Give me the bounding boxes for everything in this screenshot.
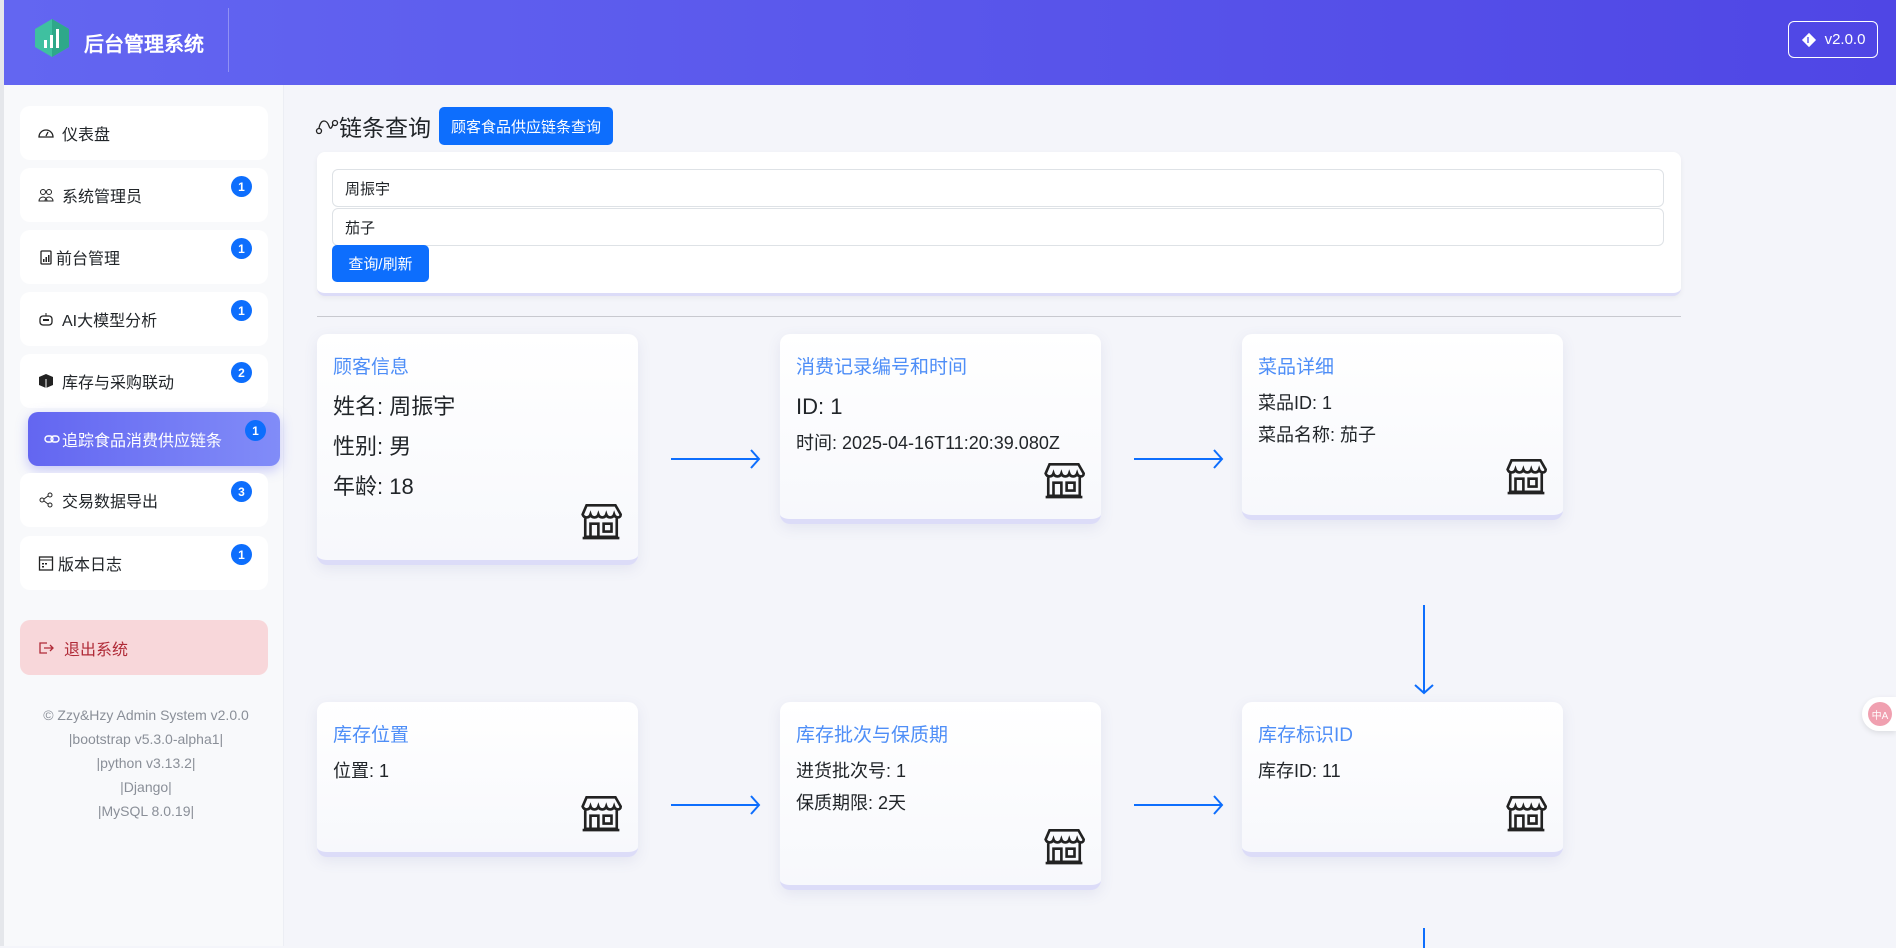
shop-icon <box>581 795 622 832</box>
sidebar-item-export[interactable]: 交易数据导出 3 <box>20 473 268 527</box>
sidebar-item-label: 交易数据导出 <box>62 494 159 511</box>
sidebar-item-label: 系统管理员 <box>62 189 143 206</box>
card-line: 库存ID: 11 <box>1258 761 1341 781</box>
badge: 1 <box>245 420 266 441</box>
dish-detail-card: 菜品详细 菜品ID: 1 菜品名称: 茄子 <box>1242 334 1563 520</box>
logout-label: 退出系统 <box>64 641 129 659</box>
customer-name-input[interactable] <box>332 169 1664 207</box>
sidebar-item-frontdesk[interactable]: 前台管理 1 <box>20 230 268 284</box>
page-title-text: 链条查询 <box>339 115 431 141</box>
git-icon <box>1801 32 1816 47</box>
card-line: 菜品ID: 1 <box>1258 393 1333 413</box>
sidebar-item-dashboard[interactable]: 仪表盘 <box>20 106 268 160</box>
badge: 1 <box>231 544 252 565</box>
clipboard-data-icon <box>40 250 52 265</box>
footer-line: |Django| <box>120 779 172 795</box>
card-title: 菜品详细 <box>1258 357 1335 378</box>
shop-icon <box>1044 462 1085 499</box>
customer-info-card: 顾客信息 姓名: 周振宇 性别: 男 年龄: 18 <box>317 334 638 565</box>
sidebar-footer: © Zzy&Hzy Admin System v2.0.0 |bootstrap… <box>4 703 288 823</box>
card-line: 位置: 1 <box>333 761 390 781</box>
brand-title: 后台管理系统 <box>84 34 204 56</box>
dish-name-input[interactable] <box>332 208 1664 246</box>
translate-icon: 中A <box>1868 702 1892 726</box>
arrow-right-icon <box>1134 449 1224 469</box>
sidebar-item-ai[interactable]: AI大模型分析 1 <box>20 292 268 346</box>
footer-line: |python v3.13.2| <box>96 755 196 771</box>
card-line: ID: 1 <box>796 394 843 419</box>
card-line: 时间: 2025-04-16T11:20:39.080Z <box>796 433 1060 453</box>
sidebar-item-label: 库存与采购联动 <box>62 375 175 392</box>
inventory-batch-card: 库存批次与保质期 进货批次号: 1 保质期限: 2天 <box>780 702 1101 890</box>
sidebar-item-label: 追踪食品消费供应链条 <box>62 433 223 450</box>
sidebar: 仪表盘 系统管理员 1 前台管理 1 AI大模型分析 1 库存与采购联动 2 追踪食品消… <box>0 85 284 946</box>
badge: 2 <box>231 362 252 383</box>
header-divider <box>228 8 229 72</box>
robot-icon <box>39 313 53 326</box>
version-label: v2.0.0 <box>1824 31 1866 48</box>
badge: 3 <box>231 481 252 502</box>
page-title: 链条查询 顾客食品供应链条查询 <box>315 107 614 145</box>
card-line: 性别: 男 <box>333 434 412 459</box>
shop-icon <box>581 503 622 540</box>
badge: 1 <box>231 238 252 259</box>
card-title: 库存批次与保质期 <box>796 725 949 746</box>
badge: 1 <box>231 176 252 197</box>
link-icon <box>44 435 60 443</box>
customer-chain-query-button[interactable]: 顾客食品供应链条查询 <box>439 107 614 145</box>
divider <box>317 316 1681 317</box>
footer-line: © Zzy&Hzy Admin System v2.0.0 <box>43 707 249 723</box>
arrow-right-icon <box>671 449 761 469</box>
translate-button[interactable]: 中A <box>1862 697 1896 731</box>
card-line: 保质期限: 2天 <box>796 793 907 813</box>
speedometer-icon <box>38 129 54 138</box>
logout-button[interactable]: 退出系统 <box>20 620 268 675</box>
badge: 1 <box>231 300 252 321</box>
box-icon <box>39 374 53 388</box>
sidebar-item-label: AI大模型分析 <box>62 313 158 330</box>
sidebar-item-changelog[interactable]: 版本日志 1 <box>20 536 268 590</box>
sidebar-item-label: 前台管理 <box>56 251 121 268</box>
sidebar-item-trace-chain[interactable]: 追踪食品消费供应链条 1 <box>28 412 280 466</box>
arrow-right-icon <box>671 795 761 815</box>
inventory-location-card: 库存位置 位置: 1 <box>317 702 638 857</box>
card-title: 消费记录编号和时间 <box>796 357 968 378</box>
shop-icon <box>1506 795 1547 832</box>
sidebar-item-inventory[interactable]: 库存与采购联动 2 <box>20 354 268 408</box>
version-button[interactable]: v2.0.0 <box>1788 21 1878 58</box>
arrow-right-icon <box>1134 795 1224 815</box>
arrow-down-icon <box>1414 605 1434 695</box>
arrow-down-icon <box>1423 928 1425 948</box>
sidebar-item-label: 版本日志 <box>58 557 123 574</box>
bezier-icon <box>315 119 339 135</box>
calendar-icon <box>38 556 54 571</box>
consumption-record-card: 消费记录编号和时间 ID: 1 时间: 2025-04-16T11:20:39.… <box>780 334 1101 524</box>
card-title: 库存标识ID <box>1258 725 1354 746</box>
footer-line: |MySQL 8.0.19| <box>97 803 195 819</box>
inventory-id-card: 库存标识ID 库存ID: 11 <box>1242 702 1563 857</box>
shop-icon <box>1506 458 1547 495</box>
query-refresh-button[interactable]: 查询/刷新 <box>332 245 429 282</box>
logo-icon <box>35 19 69 57</box>
query-form: 查询/刷新 <box>317 152 1681 296</box>
card-title: 顾客信息 <box>333 357 410 378</box>
card-line: 姓名: 周振宇 <box>333 394 456 419</box>
card-line: 年龄: 18 <box>333 474 414 499</box>
footer-line: |bootstrap v5.3.0-alpha1| <box>68 731 224 747</box>
logout-icon <box>39 641 54 654</box>
card-line: 菜品名称: 茄子 <box>1258 425 1377 445</box>
sidebar-item-label: 仪表盘 <box>62 127 111 144</box>
people-icon <box>38 189 54 202</box>
share-icon <box>39 492 53 508</box>
top-header: 后台管理系统 v2.0.0 <box>0 0 1896 85</box>
card-title: 库存位置 <box>333 725 410 746</box>
card-line: 进货批次号: 1 <box>796 761 907 781</box>
sidebar-item-admins[interactable]: 系统管理员 1 <box>20 168 268 222</box>
shop-icon <box>1044 828 1085 865</box>
